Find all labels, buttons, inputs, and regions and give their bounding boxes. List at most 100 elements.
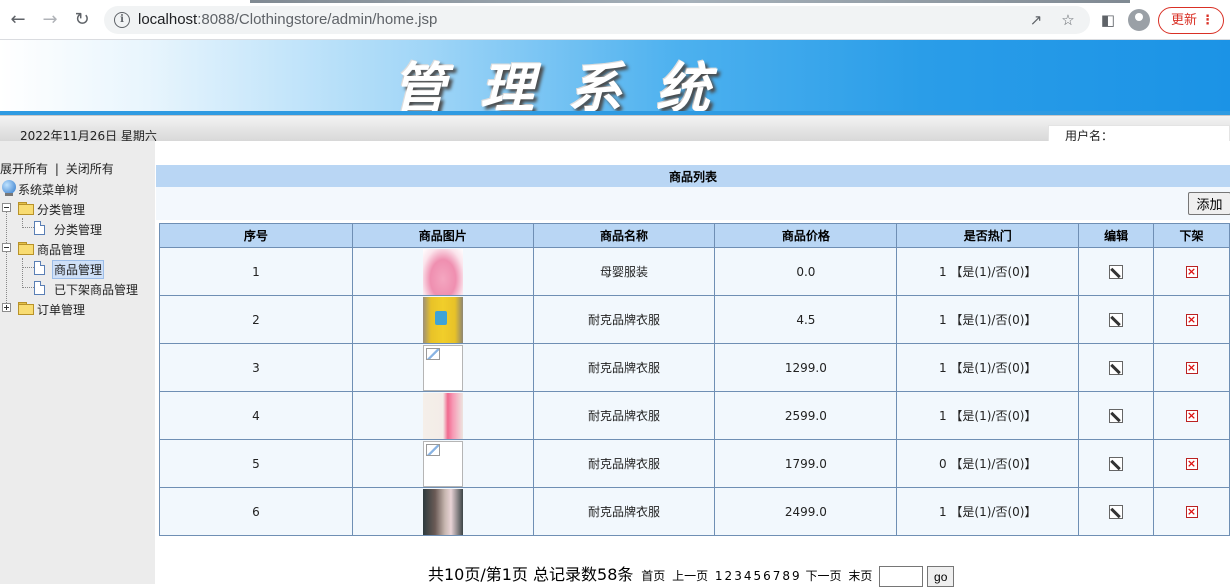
edit-icon[interactable] <box>1109 504 1124 519</box>
tree-leaf-delisted-manage[interactable]: 已下架商品管理 <box>34 279 154 297</box>
delete-x-icon[interactable]: × <box>1185 314 1198 326</box>
cell-hot: 1 【是(1)/否(0)】 <box>896 391 1080 440</box>
cell-edit <box>1078 391 1155 440</box>
page-number-links: 123456789 <box>715 569 802 583</box>
tree-toggle-links: 展开所有 | 关闭所有 <box>0 160 114 177</box>
page-number-link[interactable]: 3 <box>734 569 742 583</box>
page-number-link[interactable]: 4 <box>744 569 752 583</box>
hot-suffix: 【是(1)/否(0)】 <box>950 265 1037 279</box>
tree-node-order[interactable]: 订单管理 <box>2 299 152 317</box>
cell-index: 6 <box>159 487 353 536</box>
edit-icon[interactable] <box>1109 312 1124 327</box>
first-page-link[interactable]: 首页 <box>641 569 665 583</box>
cell-image <box>351 343 534 392</box>
url-host: localhost <box>138 11 198 28</box>
page-number-link[interactable]: 9 <box>792 569 800 583</box>
product-thumbnail[interactable] <box>422 344 463 391</box>
reload-icon[interactable]: ↻ <box>70 8 94 32</box>
cell-price: 0.0 <box>714 247 898 296</box>
user-info: 用户名： <box>1048 125 1230 143</box>
product-thumbnail[interactable] <box>422 488 463 535</box>
table-header-row: 序号 商品图片 商品名称 商品价格 是否热门 编辑 下架 <box>159 223 1230 248</box>
tree-leaf-category-manage[interactable]: 分类管理 <box>34 219 154 237</box>
cell-index: 5 <box>159 439 353 488</box>
sidebar-menu-tree: 展开所有 | 关闭所有 系统菜单树 分类管理 分类管理 商品管理 商品管理 已下… <box>0 141 155 584</box>
tree-node-product[interactable]: 商品管理 <box>2 239 152 257</box>
cell-edit <box>1078 247 1155 296</box>
cell-index: 3 <box>159 343 353 392</box>
page-number-link[interactable]: 2 <box>725 569 733 583</box>
folder-open-icon <box>18 202 34 215</box>
page-number-link[interactable]: 6 <box>763 569 771 583</box>
product-thumbnail[interactable] <box>422 248 463 295</box>
page-number-link[interactable]: 1 <box>715 569 723 583</box>
edit-icon[interactable] <box>1109 264 1124 279</box>
folder-open-icon <box>18 242 34 255</box>
tree-leaf-product-manage[interactable]: 商品管理 <box>34 259 154 279</box>
hot-value: 1 <box>938 361 947 375</box>
list-toolbar: 添加 <box>156 187 1230 220</box>
delete-x-icon[interactable]: × <box>1185 410 1198 422</box>
side-panel-icon[interactable]: ◧ <box>1096 8 1120 32</box>
collapse-all-link[interactable]: 关闭所有 <box>66 162 114 176</box>
hot-value: 1 <box>938 505 947 519</box>
col-header-delist: 下架 <box>1153 223 1230 248</box>
delete-x-icon[interactable]: × <box>1185 362 1198 374</box>
product-thumbnail[interactable] <box>422 392 463 439</box>
next-page-link[interactable]: 下一页 <box>806 569 842 583</box>
delete-x-icon[interactable]: × <box>1185 458 1198 470</box>
page-icon <box>34 261 45 275</box>
date-bar: 2022年11月26日 星期六 用户名： <box>0 115 1230 143</box>
address-bar[interactable]: i localhost:8088/Clothingstore/admin/hom… <box>104 6 1090 34</box>
collapse-minus-icon[interactable] <box>2 203 11 212</box>
back-arrow-icon[interactable]: ← <box>6 8 30 32</box>
site-info-icon[interactable]: i <box>114 12 130 28</box>
tree-node-category[interactable]: 分类管理 <box>2 199 152 217</box>
product-thumbnail[interactable] <box>422 440 463 487</box>
expand-plus-icon[interactable] <box>2 303 11 312</box>
bookmark-star-icon[interactable]: ☆ <box>1058 10 1078 30</box>
cell-delist: × <box>1153 487 1230 536</box>
col-header-price: 商品价格 <box>714 223 898 248</box>
cell-image <box>351 247 534 296</box>
edit-icon[interactable] <box>1109 456 1124 471</box>
cell-hot: 1 【是(1)/否(0)】 <box>896 295 1080 344</box>
page-number-link[interactable]: 5 <box>753 569 761 583</box>
prev-page-link[interactable]: 上一页 <box>672 569 708 583</box>
edit-icon[interactable] <box>1109 408 1124 423</box>
hot-value: 1 <box>938 409 947 423</box>
tree-node-label: 分类管理 <box>37 203 86 217</box>
cell-hot: 1 【是(1)/否(0)】 <box>896 487 1080 536</box>
product-table: 序号 商品图片 商品名称 商品价格 是否热门 编辑 下架 1 母婴服装 0.0 1 【… <box>159 223 1230 536</box>
cell-index: 4 <box>159 391 353 440</box>
delete-x-icon[interactable]: × <box>1185 506 1198 518</box>
last-page-link[interactable]: 末页 <box>848 569 872 583</box>
url-text[interactable]: localhost:8088/Clothingstore/admin/home.… <box>138 11 437 28</box>
cell-delist: × <box>1153 439 1230 488</box>
expand-all-link[interactable]: 展开所有 <box>0 162 48 176</box>
share-icon[interactable]: ↗ <box>1026 10 1046 30</box>
tree-connector <box>22 267 34 268</box>
list-title: 商品列表 <box>156 165 1230 187</box>
delete-x-icon[interactable]: × <box>1185 266 1198 278</box>
page-number-link[interactable]: 7 <box>773 569 781 583</box>
cell-edit <box>1078 343 1155 392</box>
profile-avatar-icon[interactable] <box>1128 9 1150 31</box>
cell-hot: 1 【是(1)/否(0)】 <box>896 247 1080 296</box>
cell-index: 1 <box>159 247 353 296</box>
forward-arrow-icon[interactable]: → <box>38 8 62 32</box>
collapse-minus-icon[interactable] <box>2 243 11 252</box>
update-button[interactable]: 更新 ⋮ <box>1158 7 1224 34</box>
edit-icon[interactable] <box>1109 360 1124 375</box>
cell-edit <box>1078 439 1155 488</box>
main-content: 商品列表 添加 序号 商品图片 商品名称 商品价格 是否热门 编辑 下架 1 母婴… <box>155 141 1230 587</box>
cell-price: 2499.0 <box>714 487 898 536</box>
hot-value: 0 <box>938 457 947 471</box>
product-thumbnail[interactable] <box>422 296 463 343</box>
add-button[interactable]: 添加 <box>1188 192 1230 215</box>
page-number-link[interactable]: 8 <box>782 569 790 583</box>
toggle-separator: | <box>54 162 59 176</box>
tree-leaf-label: 已下架商品管理 <box>54 283 139 297</box>
cell-index: 2 <box>159 295 353 344</box>
col-header-hot: 是否热门 <box>896 223 1080 248</box>
